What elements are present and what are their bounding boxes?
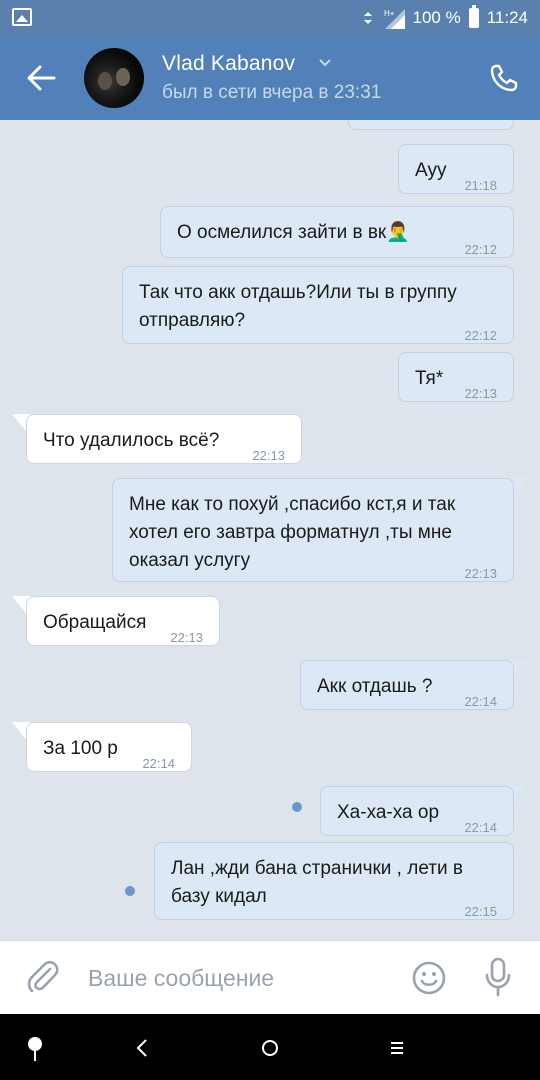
pin-icon[interactable] xyxy=(26,1036,44,1062)
message-time: 22:13 xyxy=(464,386,497,401)
message-time: 22:14 xyxy=(464,820,497,835)
message-time: 21:18 xyxy=(464,178,497,193)
message-bubble-outgoing[interactable]: Акк отдашь ? 22:14 xyxy=(300,660,514,710)
avatar-face xyxy=(116,68,130,86)
message-bubble-outgoing[interactable]: Мне как то похуй ,спасибо кст,я и так хо… xyxy=(112,478,514,582)
battery-icon xyxy=(468,5,479,28)
message-bubble-outgoing[interactable]: Лан ,жди бана странички , лети в базу ки… xyxy=(154,842,514,920)
message-text: Так что акк отдашь?Или ты в группу отпра… xyxy=(139,282,457,331)
message-bubble-incoming[interactable]: Обращайся 22:13 xyxy=(26,596,220,646)
network-type-label: H+ xyxy=(384,9,395,18)
unread-indicator xyxy=(125,886,135,896)
message-bubble-outgoing[interactable]: Так что акк отдашь?Или ты в группу отпра… xyxy=(122,266,514,344)
system-nav-bar xyxy=(0,1014,540,1080)
nav-menu-icon[interactable] xyxy=(388,1038,406,1058)
message-text: Мне как то похуй ,спасибо кст,я и так хо… xyxy=(129,494,456,571)
message-time: 22:12 xyxy=(464,328,497,343)
phone-icon[interactable] xyxy=(490,64,518,92)
nav-home-icon[interactable] xyxy=(260,1038,280,1058)
status-right: H+ 100 % 11:24 xyxy=(361,0,528,36)
avatar-face xyxy=(98,72,112,90)
avatar[interactable] xyxy=(84,48,144,108)
message-time: 22:14 xyxy=(142,756,175,771)
chat-header: Vlad Kabanov был в сети вчера в 23:31 xyxy=(0,36,540,120)
message-bubble-outgoing[interactable]: О осмелился зайти в вк🤦‍♂️ 22:12 xyxy=(160,206,514,258)
message-bubble-outgoing[interactable]: Тя* 22:13 xyxy=(398,352,514,402)
paperclip-icon[interactable] xyxy=(26,959,60,995)
signal-icon: H+ xyxy=(384,9,405,29)
message-list[interactable]: Ауу 21:18 О осмелился зайти в вк🤦‍♂️ 22:… xyxy=(0,120,540,940)
status-bar: H+ 100 % 11:24 xyxy=(0,0,540,36)
contact-name[interactable]: Vlad Kabanov xyxy=(162,52,295,76)
unread-indicator xyxy=(292,802,302,812)
message-time: 22:15 xyxy=(464,904,497,919)
back-arrow-icon[interactable] xyxy=(26,64,56,92)
last-seen-status: был в сети вчера в 23:31 xyxy=(162,82,382,103)
message-time: 22:13 xyxy=(464,566,497,581)
clock: 11:24 xyxy=(486,8,528,27)
message-bubble-outgoing[interactable]: Ха-ха-ха ор 22:14 xyxy=(320,786,514,836)
message-text: Что удалилось всё? xyxy=(43,430,220,451)
vibrate-icon xyxy=(363,12,372,24)
message-bubble-incoming[interactable]: Что удалилось всё? 22:13 xyxy=(26,414,302,464)
battery-percent: 100 % xyxy=(412,8,461,27)
message-input[interactable] xyxy=(86,959,390,997)
message-bubble-partial[interactable] xyxy=(348,120,514,130)
message-time: 22:13 xyxy=(252,448,285,463)
composer-bar xyxy=(0,940,540,1015)
message-bubble-outgoing[interactable]: Ауу 21:18 xyxy=(398,144,514,194)
message-time: 22:12 xyxy=(464,242,497,257)
message-time: 22:13 xyxy=(170,630,203,645)
message-text: Лан ,жди бана странички , лети в базу ки… xyxy=(171,858,463,907)
message-bubble-incoming[interactable]: За 100 р 22:14 xyxy=(26,722,192,772)
message-text: О осмелился зайти в вк🤦‍♂️ xyxy=(177,222,410,243)
nav-back-icon[interactable] xyxy=(134,1038,150,1058)
emoji-icon[interactable] xyxy=(412,961,446,995)
image-notification-icon xyxy=(12,8,32,26)
chevron-down-icon[interactable] xyxy=(318,58,332,68)
microphone-icon[interactable] xyxy=(484,957,512,997)
message-time: 22:14 xyxy=(464,694,497,709)
